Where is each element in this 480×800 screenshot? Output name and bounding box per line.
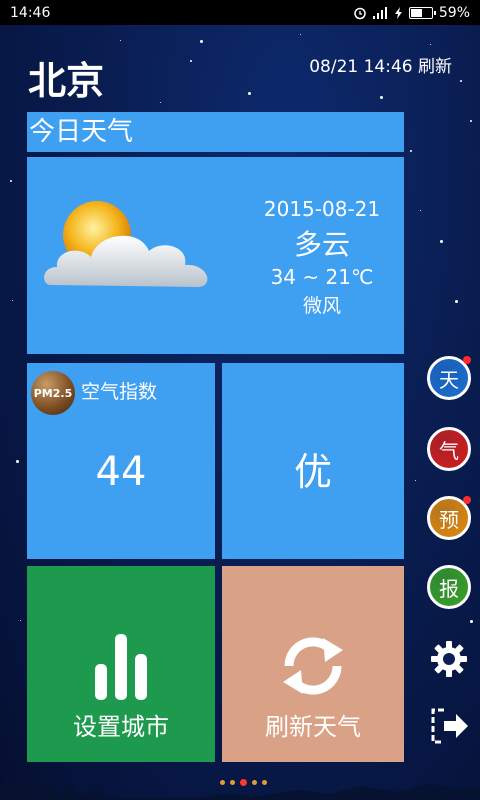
refresh-icon (283, 637, 343, 695)
today-title: 今日天气 (27, 112, 404, 152)
pm25-icon: PM2.5 (31, 371, 75, 415)
star (430, 44, 431, 45)
star (10, 180, 12, 182)
today-temperature: 34 ~ 21℃ (270, 265, 374, 289)
star (420, 210, 421, 211)
side-menu-tian[interactable]: 天 (427, 356, 471, 400)
notification-dot (463, 356, 471, 364)
tree-silhouette (0, 776, 480, 800)
side-menu-qi[interactable]: 气 (427, 427, 471, 471)
aqi-value: 44 (95, 449, 147, 495)
page-dot (220, 780, 225, 785)
charging-icon (394, 6, 402, 19)
air-quality-card[interactable]: 优 (222, 363, 404, 559)
star (380, 96, 383, 99)
status-time: 14:46 (10, 4, 51, 21)
partly-cloudy-icon (44, 201, 208, 287)
today-condition: 多云 (293, 228, 350, 261)
star (455, 300, 458, 303)
signal-icon (372, 6, 387, 19)
star (300, 34, 301, 35)
star (415, 480, 416, 481)
star (470, 120, 472, 122)
bar-chart-icon (95, 634, 147, 700)
star (440, 240, 443, 243)
star (470, 620, 473, 623)
set-city-button[interactable]: 设置城市 (27, 566, 215, 762)
star (20, 620, 21, 621)
today-weather-card[interactable]: 2015-08-21 多云 34 ~ 21℃ 微风 (27, 157, 404, 354)
city-name: 北京 (28, 59, 105, 103)
battery-percent: 59% (438, 4, 470, 21)
today-info: 2015-08-21 多云 34 ~ 21℃ 微风 (242, 197, 402, 318)
star (410, 150, 412, 152)
alarm-icon (354, 7, 366, 19)
today-date: 2015-08-21 (263, 197, 381, 221)
star (200, 40, 203, 43)
star (190, 60, 192, 62)
side-menu-yu[interactable]: 预 (427, 496, 471, 540)
status-icons: 59% (353, 5, 470, 21)
gear-icon[interactable] (430, 640, 468, 678)
star (12, 300, 13, 301)
update-time[interactable]: 08/21 14:46 刷新 (309, 52, 452, 77)
aqi-label: 空气指数 (81, 381, 158, 403)
page-indicator (220, 779, 267, 786)
star (248, 92, 251, 95)
set-city-label: 设置城市 (73, 713, 169, 741)
side-menu-label: 报 (439, 576, 459, 601)
star (160, 102, 161, 103)
notification-dot (463, 496, 471, 504)
star (460, 80, 462, 82)
today-wind: 微风 (302, 295, 341, 317)
star (16, 460, 19, 463)
page-dot (240, 779, 247, 786)
refresh-weather-label: 刷新天气 (265, 713, 361, 741)
side-menu-label: 天 (439, 367, 459, 392)
status-bar: 14:46 59% (0, 0, 480, 25)
page-dot (230, 780, 235, 785)
air-quality-level: 优 (293, 450, 332, 494)
side-menu-bao[interactable]: 报 (427, 565, 471, 609)
side-menu-label: 气 (439, 438, 459, 463)
battery-icon (408, 6, 436, 19)
star (120, 40, 121, 41)
exit-icon[interactable] (430, 708, 470, 744)
refresh-weather-button[interactable]: 刷新天气 (222, 566, 404, 762)
page-dot (262, 780, 267, 785)
side-menu-label: 预 (439, 507, 459, 532)
page-dot (252, 780, 257, 785)
air-quality-index-card[interactable]: PM2.5 空气指数 44 (27, 363, 215, 559)
